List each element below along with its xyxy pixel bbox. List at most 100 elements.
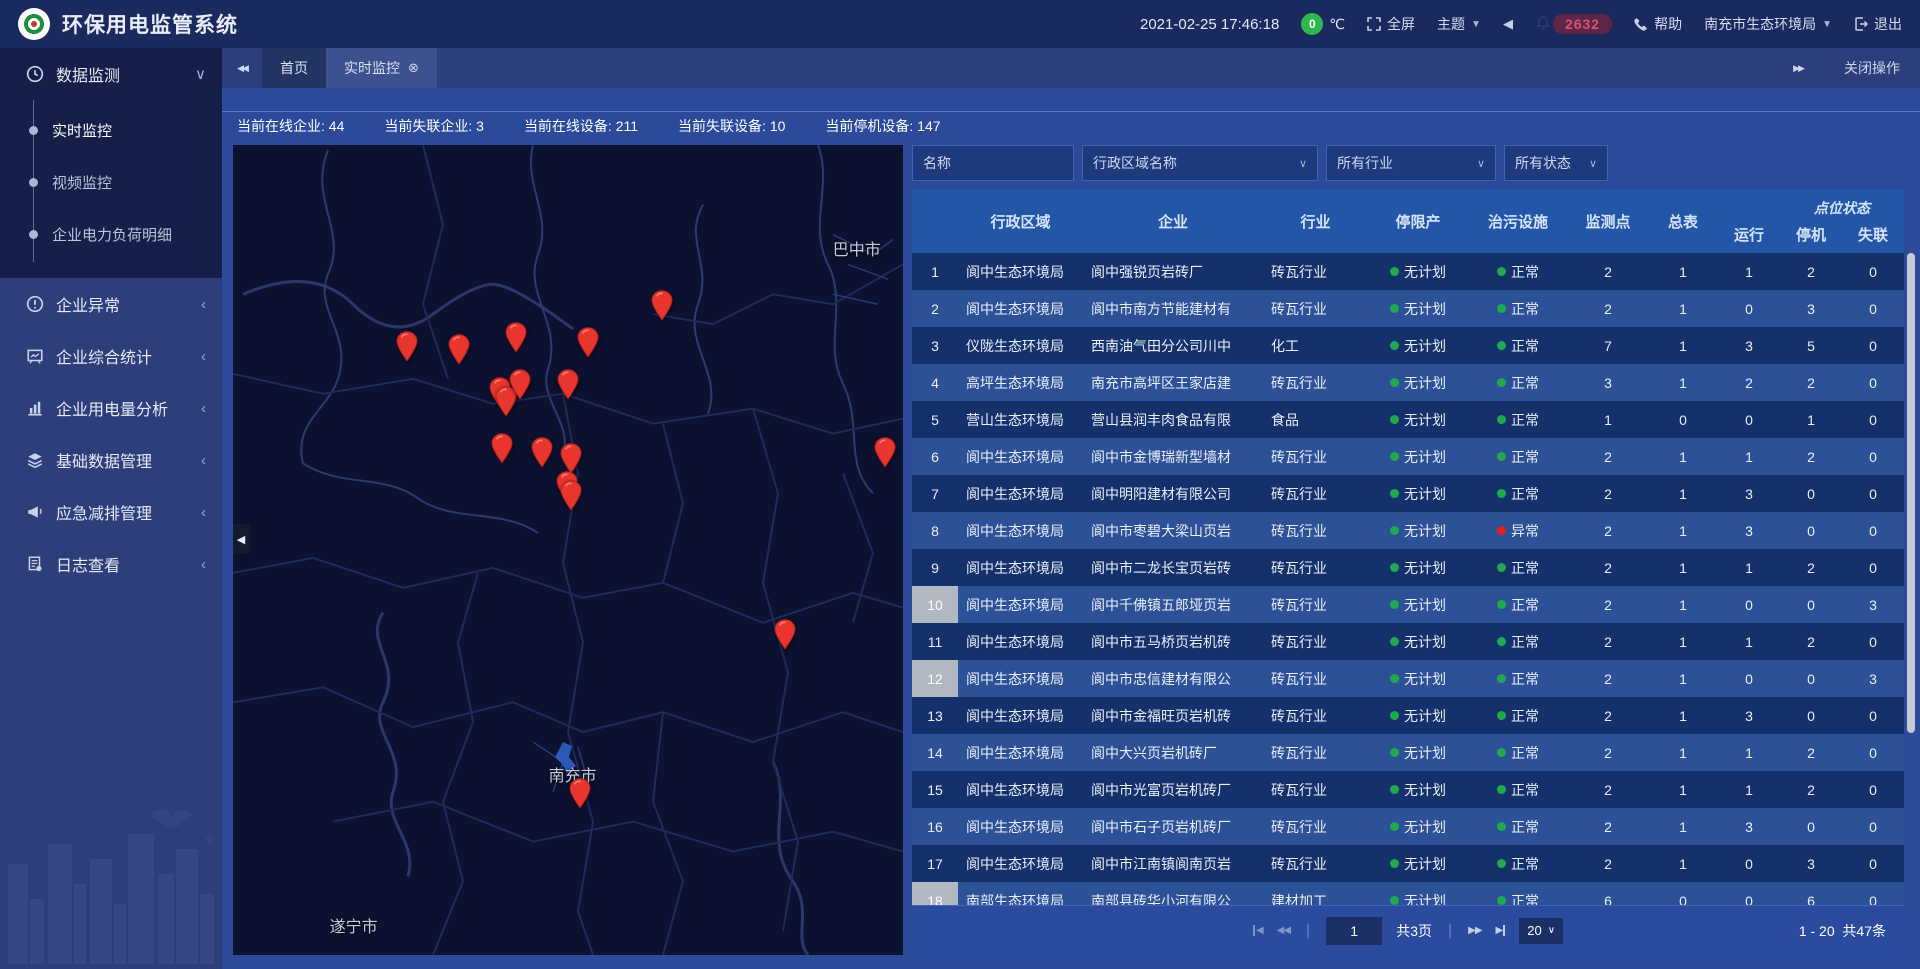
map-marker-pin[interactable]: [490, 432, 514, 464]
cell-region: 阆中生态环境局: [958, 734, 1083, 771]
cell-industry: 砖瓦行业: [1263, 512, 1368, 549]
table-row[interactable]: 17阆中生态环境局阆中市江南镇阆南页岩砖瓦行业无计划正常21030: [912, 845, 1904, 882]
notifications[interactable]: 2632: [1535, 14, 1612, 34]
table-row[interactable]: 6阆中生态环境局阆中市金博瑞新型墙材砖瓦行业无计划正常21120: [912, 438, 1904, 475]
cell-index: 7: [912, 475, 958, 512]
table-row[interactable]: 14阆中生态环境局阆中大兴页岩机砖厂砖瓦行业无计划正常21120: [912, 734, 1904, 771]
close-icon[interactable]: ⊗: [408, 60, 419, 76]
temperature-unit: ℃: [1329, 16, 1345, 33]
table-row[interactable]: 9阆中生态环境局阆中市二龙长宝页岩砖砖瓦行业无计划正常21120: [912, 549, 1904, 586]
org-dropdown[interactable]: 南充市生态环境局 ▼: [1704, 14, 1832, 34]
table-row[interactable]: 11阆中生态环境局阆中市五马桥页岩机砖砖瓦行业无计划正常21120: [912, 623, 1904, 660]
table-row[interactable]: 2阆中生态环境局阆中市南方节能建材有砖瓦行业无计划正常21030: [912, 290, 1904, 327]
table-row[interactable]: 4高坪生态环境局南充市高坪区王家店建砖瓦行业无计划正常31220: [912, 364, 1904, 401]
cell-index: 6: [912, 438, 958, 475]
last-page-button[interactable]: ▶: [1496, 925, 1506, 936]
cell-pollution-facility: 正常: [1468, 549, 1568, 586]
cell-offline: 0: [1842, 401, 1904, 438]
map-marker-pin[interactable]: [556, 368, 580, 400]
sidebar-item-3[interactable]: 企业用电量分析‹: [0, 382, 222, 434]
speaker-muted-icon: ◀: [1503, 16, 1513, 32]
table-row[interactable]: 15阆中生态环境局阆中市光富页岩机砖厂砖瓦行业无计划正常21120: [912, 771, 1904, 808]
table-row[interactable]: 3仪陇生态环境局西南油气田分公司川中化工无计划正常71350: [912, 327, 1904, 364]
cell-running: 0: [1718, 660, 1780, 697]
name-filter-input[interactable]: [912, 145, 1074, 181]
prev-page-button[interactable]: ◀◀: [1277, 925, 1290, 936]
status-dot: [1497, 341, 1506, 350]
logout-icon: [1854, 17, 1868, 31]
cell-index: 14: [912, 734, 958, 771]
industry-filter-select[interactable]: 所有行业 ∨: [1326, 145, 1496, 181]
table-scrollbar-thumb[interactable]: [1907, 253, 1915, 733]
sidebar-collapse-button[interactable]: ◀: [233, 524, 251, 554]
tab-home[interactable]: 首页: [262, 48, 326, 88]
map-marker-pin[interactable]: [395, 331, 419, 363]
map-marker-pin[interactable]: [530, 436, 554, 468]
table-row[interactable]: 12阆中生态环境局阆中市忠信建材有限公砖瓦行业无计划正常21003: [912, 660, 1904, 697]
table-row[interactable]: 10阆中生态环境局阆中千佛镇五郎垭页岩砖瓦行业无计划正常21003: [912, 586, 1904, 623]
tabs-scroll-left-icon[interactable]: ◀◀: [222, 48, 262, 88]
map-panel[interactable]: 巴中市南充市遂宁市 ◀: [233, 145, 903, 955]
cell-company: 阆中强锐页岩砖厂: [1083, 253, 1263, 290]
cell-region: 阆中生态环境局: [958, 438, 1083, 475]
sidebar-subitem-0-0[interactable]: 实时监控: [0, 104, 222, 156]
map-marker-pin[interactable]: [650, 289, 674, 321]
sidebar-item-5[interactable]: 应急减排管理‹: [0, 486, 222, 538]
cell-offline: 0: [1842, 475, 1904, 512]
sidebar-subitem-0-1[interactable]: 视频监控: [0, 156, 222, 208]
header-industry: 行业: [1263, 189, 1368, 253]
map-marker-pin[interactable]: [773, 618, 797, 650]
theme-dropdown[interactable]: 主题 ▼: [1437, 14, 1481, 34]
status-dot: [1390, 822, 1399, 831]
cell-running: 0: [1718, 290, 1780, 327]
page-size-select[interactable]: 20 ∨: [1519, 918, 1563, 944]
logout-button[interactable]: 退出: [1854, 14, 1902, 34]
table-row[interactable]: 16阆中生态环境局阆中市石子页岩机砖厂砖瓦行业无计划正常21300: [912, 808, 1904, 845]
cell-index: 1: [912, 253, 958, 290]
table-row[interactable]: 8阆中生态环境局阆中市枣碧大梁山页岩砖瓦行业无计划异常21300: [912, 512, 1904, 549]
sidebar-item-4[interactable]: 基础数据管理‹: [0, 434, 222, 486]
status-dot: [1390, 341, 1399, 350]
header-index: [912, 189, 958, 253]
map-marker-pin[interactable]: [447, 333, 471, 365]
close-operations-button[interactable]: 关闭操作: [1844, 58, 1900, 78]
cell-company: 阆中市枣碧大梁山页岩: [1083, 512, 1263, 549]
table-row[interactable]: 1阆中生态环境局阆中强锐页岩砖厂砖瓦行业无计划正常21120: [912, 253, 1904, 290]
help-button[interactable]: 帮助: [1634, 14, 1682, 34]
table-row[interactable]: 18南部生态环境局南部县砖华小河有限公建材加工无计划正常60060: [912, 882, 1904, 905]
map-marker-pin[interactable]: [576, 326, 600, 358]
cell-industry: 砖瓦行业: [1263, 734, 1368, 771]
sidebar-item-2[interactable]: 企业综合统计‹: [0, 330, 222, 382]
sidebar-item-1[interactable]: 企业异常‹: [0, 278, 222, 330]
table-row[interactable]: 13阆中生态环境局阆中市金福旺页岩机砖砖瓦行业无计划正常21300: [912, 697, 1904, 734]
status-filter-select[interactable]: 所有状态 ∨: [1504, 145, 1608, 181]
status-dot: [1497, 600, 1506, 609]
temperature-badge: 0: [1301, 13, 1323, 35]
content-area: ◀◀ 首页 实时监控 ⊗ ▶▶ 关闭操作 当前在线企业: 44当前失联企业: 3…: [222, 48, 1920, 969]
page-number-input[interactable]: [1326, 917, 1382, 945]
megaphone-icon: [26, 503, 44, 521]
sidebar-item-0[interactable]: 数据监测∨: [0, 48, 222, 100]
map-marker-pin[interactable]: [568, 777, 592, 809]
map-marker-pin[interactable]: [508, 369, 532, 401]
cell-monitor-points: 6: [1568, 882, 1648, 905]
fullscreen-button[interactable]: 全屏: [1367, 14, 1415, 34]
sidebar-item-6[interactable]: 日志查看‹: [0, 538, 222, 590]
cell-pollution-facility: 正常: [1468, 327, 1568, 364]
region-filter-select[interactable]: 行政区域名称 ∨: [1082, 145, 1318, 181]
tabs-scroll-right-icon[interactable]: ▶▶: [1778, 63, 1818, 74]
tab-realtime-monitoring[interactable]: 实时监控 ⊗: [326, 48, 437, 88]
map-marker-pin[interactable]: [873, 436, 897, 468]
status-dot: [1497, 378, 1506, 387]
mute-button[interactable]: ◀: [1503, 16, 1513, 32]
sidebar-subitem-0-2[interactable]: 企业电力负荷明细: [0, 208, 222, 260]
cell-stop-production: 无计划: [1368, 512, 1468, 549]
table-row[interactable]: 5营山生态环境局营山县润丰肉食品有限食品无计划正常10010: [912, 401, 1904, 438]
table-row[interactable]: 7阆中生态环境局阆中明阳建材有限公司砖瓦行业无计划正常21300: [912, 475, 1904, 512]
map-marker-pin[interactable]: [504, 322, 528, 354]
status-dot: [1497, 711, 1506, 720]
next-page-button[interactable]: ▶▶: [1468, 925, 1481, 936]
cell-index: 8: [912, 512, 958, 549]
map-marker-pin[interactable]: [559, 479, 583, 511]
first-page-button[interactable]: ◀: [1253, 925, 1263, 936]
